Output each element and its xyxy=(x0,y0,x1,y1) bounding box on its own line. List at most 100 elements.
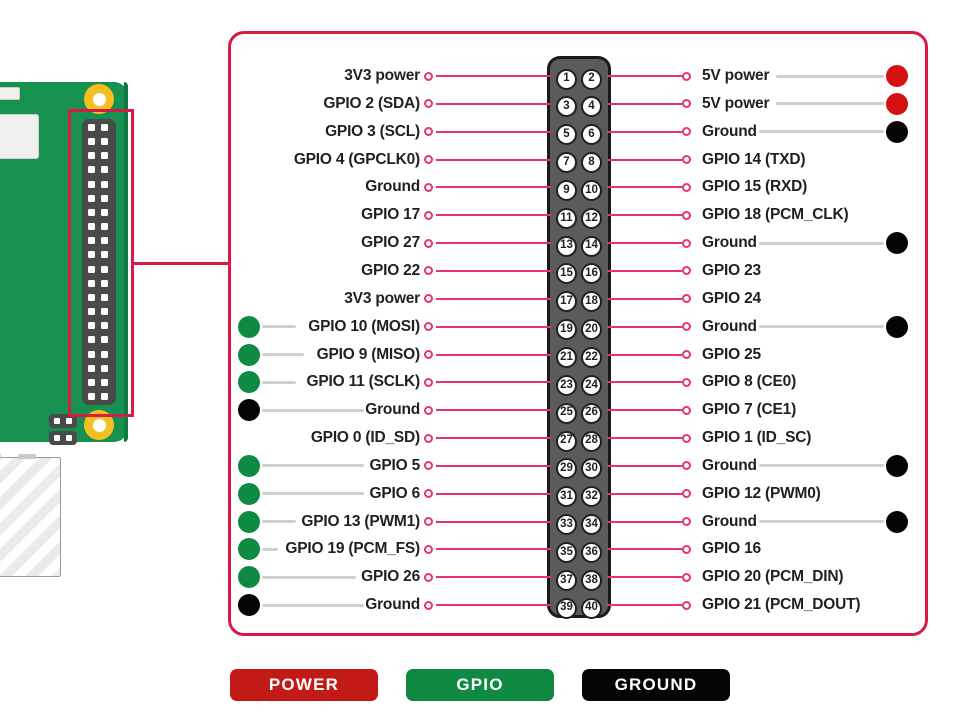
left-gpio-bullet xyxy=(238,482,260,505)
left-pin-label: GPIO 6 xyxy=(369,484,421,502)
left-pin-connector-line xyxy=(436,242,551,245)
left-pin-label: GPIO 4 (GPCLK0) xyxy=(293,150,420,168)
right-pin-label: 5V power xyxy=(702,94,770,112)
right-pin-node xyxy=(682,71,691,81)
right-pin-label: Ground xyxy=(702,122,757,140)
left-gpio-bullet xyxy=(238,566,260,589)
right-pin-connector-line xyxy=(607,130,682,133)
pin-row: GPIO 2 (SDA) 5V power xyxy=(0,90,960,118)
right-pin-label: Ground xyxy=(702,512,757,530)
pin-row: 3V3 power 5V power xyxy=(0,62,960,90)
pin-row: 3V3 power GPIO 24 xyxy=(0,285,960,313)
right-pin-label: Ground xyxy=(702,456,757,474)
left-pin-connector-line xyxy=(436,353,551,356)
left-connector-stem xyxy=(262,464,365,468)
pin-row: Ground GPIO 15 (RXD) xyxy=(0,173,960,201)
left-pin-label: Ground xyxy=(365,401,420,419)
right-pin-connector-line xyxy=(607,75,682,77)
right-ground-bullet xyxy=(886,510,908,533)
pin-row: GPIO 11 (SCLK) GPIO 8 (CE0) xyxy=(0,368,960,396)
right-pin-label: GPIO 7 (CE1) xyxy=(702,401,797,419)
left-pin-connector-line xyxy=(436,75,551,77)
right-pin-label: Ground xyxy=(702,317,757,335)
right-pin-node xyxy=(682,544,691,554)
left-pin-node xyxy=(424,210,433,220)
right-pin-connector-line xyxy=(607,325,682,328)
right-pin-node xyxy=(682,517,691,527)
pin-row: GPIO 9 (MISO) GPIO 25 xyxy=(0,341,960,369)
right-pin-connector-line xyxy=(607,269,682,272)
left-gpio-bullet xyxy=(238,371,260,394)
left-pin-label: GPIO 13 (PWM1) xyxy=(301,512,420,530)
left-pin-label: 3V3 power xyxy=(344,67,420,84)
pin-row: GPIO 17 GPIO 18 (PCM_CLK) xyxy=(0,201,960,229)
left-pin-label: GPIO 0 (ID_SD) xyxy=(310,429,420,447)
right-connector-stem xyxy=(758,241,884,245)
left-pin-node xyxy=(424,544,433,554)
right-connector-stem xyxy=(775,74,884,78)
left-pin-connector-line xyxy=(436,130,551,133)
right-pin-node xyxy=(682,266,691,276)
left-pin-connector-line xyxy=(436,214,551,217)
pin-row: GPIO 19 (PCM_FS) GPIO 16 xyxy=(0,535,960,563)
right-pin-node xyxy=(682,155,691,165)
left-pin-connector-line xyxy=(436,492,551,495)
right-ground-bullet xyxy=(886,232,908,255)
right-pin-connector-line xyxy=(607,297,682,300)
left-pin-label: GPIO 9 (MISO) xyxy=(316,345,421,363)
left-pin-node xyxy=(424,182,433,192)
right-pin-connector-line xyxy=(607,604,682,607)
right-pin-label: 5V power xyxy=(702,67,770,84)
legend-power[interactable]: POWER xyxy=(230,669,378,701)
pin-row: GPIO 26 GPIO 20 (PCM_DIN) xyxy=(0,563,960,591)
right-pin-node xyxy=(682,489,691,499)
legend-gpio[interactable]: GPIO xyxy=(406,669,554,701)
left-gpio-bullet xyxy=(238,538,260,561)
right-pin-connector-line xyxy=(607,214,682,217)
right-pin-label: GPIO 14 (TXD) xyxy=(702,150,806,168)
right-pin-connector-line xyxy=(607,437,682,440)
legend-gpio-label: GPIO xyxy=(456,675,504,694)
left-pin-label: GPIO 22 xyxy=(361,261,420,279)
right-pin-node xyxy=(682,127,691,137)
right-ground-bullet xyxy=(886,315,908,338)
left-pin-label: Ground xyxy=(365,596,420,614)
left-pin-node xyxy=(424,127,433,137)
right-connector-stem xyxy=(775,102,884,106)
pin-row: GPIO 22 GPIO 23 xyxy=(0,257,960,285)
right-pin-connector-line xyxy=(607,381,682,384)
left-pin-label: GPIO 11 (SCLK) xyxy=(306,373,421,391)
left-pin-node xyxy=(424,517,433,527)
right-pin-connector-line xyxy=(607,520,682,523)
pin-row: GPIO 4 (GPCLK0) GPIO 14 (TXD) xyxy=(0,146,960,174)
right-pin-label: GPIO 16 xyxy=(702,540,761,558)
right-pin-node xyxy=(682,182,691,192)
legend-ground[interactable]: GROUND xyxy=(582,669,730,701)
left-pin-node xyxy=(424,489,433,499)
legend: POWER GPIO GROUND xyxy=(0,669,960,701)
left-gpio-bullet xyxy=(238,315,260,338)
left-connector-stem xyxy=(262,520,296,524)
right-connector-stem xyxy=(758,520,884,524)
right-pin-node xyxy=(682,433,691,443)
right-pin-node xyxy=(682,99,691,109)
left-gpio-bullet xyxy=(238,343,260,366)
left-pin-connector-line xyxy=(436,269,551,272)
left-pin-connector-line xyxy=(436,102,551,105)
left-pin-connector-line xyxy=(436,576,551,579)
right-pin-node xyxy=(682,350,691,359)
right-pin-connector-line xyxy=(607,102,682,105)
left-connector-stem xyxy=(262,575,356,579)
left-pin-label: GPIO 27 xyxy=(361,234,420,252)
right-pin-label: Ground xyxy=(702,234,757,252)
left-pin-connector-line xyxy=(436,548,551,551)
right-ground-bullet xyxy=(886,120,908,143)
right-pin-connector-line xyxy=(607,548,682,551)
right-pin-connector-line xyxy=(607,492,682,495)
pin-row: GPIO 10 (MOSI) Ground xyxy=(0,313,960,341)
left-pin-node xyxy=(424,405,433,415)
right-pin-node xyxy=(682,322,691,332)
legend-power-label: POWER xyxy=(268,675,340,694)
left-pin-label: GPIO 3 (SCL) xyxy=(325,122,420,140)
left-pin-connector-line xyxy=(436,437,551,440)
